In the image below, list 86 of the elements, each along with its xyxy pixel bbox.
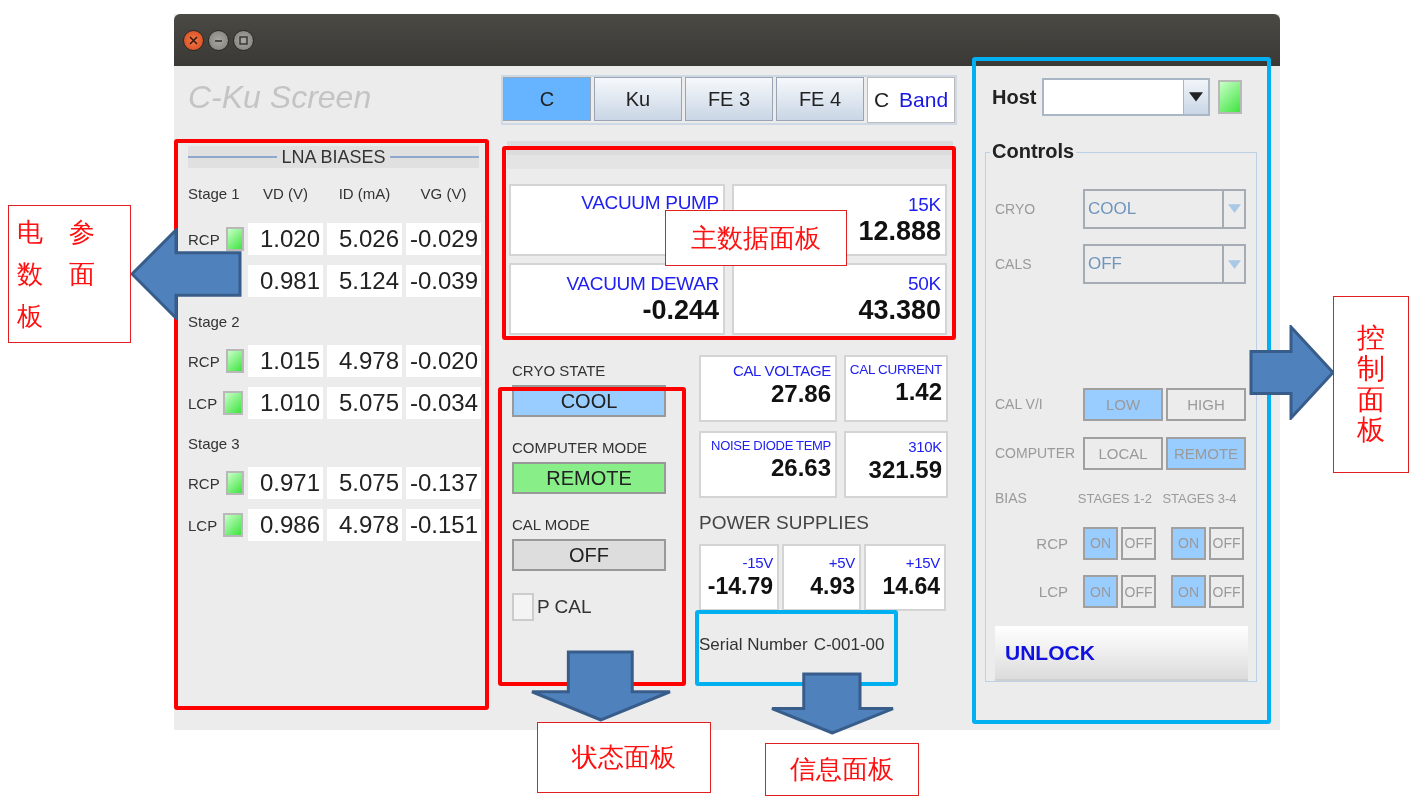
value-cell: 0.971 (248, 467, 323, 499)
stage-label: Stage 1 (188, 184, 240, 202)
row-label: RCP (1035, 534, 1068, 552)
value-cell: -0.137 (406, 467, 481, 499)
dropdown-arrow-icon (1227, 259, 1241, 269)
serial-label: Serial Number (699, 635, 808, 655)
serial-value: C-001-00 (813, 635, 885, 655)
reading-label: +5V (828, 554, 855, 571)
value-cell: 1.010 (248, 387, 323, 419)
reading-label: 310K (908, 438, 942, 455)
reading-value: -0.244 (642, 294, 719, 326)
value-cell: 5.075 (327, 387, 402, 419)
column-header: VG (V) (420, 184, 467, 202)
status-label: COMPUTER MODE (512, 439, 647, 456)
value-cell: 5.124 (327, 265, 402, 297)
column-header: STAGES 3-4 (1162, 490, 1238, 506)
reading-label: -15V (742, 554, 773, 571)
reading-value: 26.63 (770, 454, 831, 482)
dropdown-arrow-icon (1227, 204, 1241, 214)
control-label: CAL V/I (995, 396, 1044, 413)
reading-label: CAL VOLTAGE (732, 362, 831, 379)
column-header: VD (V) (263, 184, 308, 202)
section-title: LNA BIASES (281, 146, 386, 168)
row-label: LCP (188, 516, 218, 534)
row-label: LCP (188, 394, 218, 412)
band-tab[interactable]: Ku (594, 77, 682, 121)
column-header: STAGES 1-2 (1077, 490, 1153, 506)
control-label: CALS (995, 256, 1033, 273)
callout-label: 电参数面板 (8, 205, 131, 343)
minimize-icon[interactable] (208, 29, 229, 51)
close-icon[interactable] (183, 29, 204, 51)
status-label: CAL MODE (512, 516, 590, 533)
reading-label: VACUUM DEWAR (566, 272, 719, 295)
value-cell: -0.151 (406, 509, 481, 541)
status-button[interactable]: REMOTE (512, 462, 666, 494)
row-label: RCP (188, 352, 220, 370)
checkbox[interactable] (512, 593, 534, 621)
status-label: CRYO STATE (512, 362, 606, 379)
value-cell: 1.020 (248, 223, 323, 255)
control-label: COMPUTER (995, 445, 1077, 462)
callout-label: 状态面板 (537, 722, 711, 793)
value-cell: -0.020 (406, 345, 481, 377)
value-cell: 5.075 (327, 467, 402, 499)
status-button[interactable]: OFF (512, 539, 666, 571)
band-unit: Band (899, 88, 949, 112)
value-cell: -0.029 (406, 223, 481, 255)
callout-label: 主数据面板 (665, 210, 847, 266)
reading-value: 12.888 (858, 215, 941, 247)
reading-value: 43.380 (858, 294, 941, 326)
reading-label: CAL CURRENT (849, 362, 942, 377)
checkbox-label: P CAL (537, 596, 592, 618)
value-cell: 0.981 (248, 265, 323, 297)
reading-value: 27.86 (770, 380, 831, 408)
value-cell: 5.026 (327, 223, 402, 255)
band-value: C (873, 88, 890, 112)
callout-label: 控制面板 (1333, 296, 1409, 473)
reading-label: +15V (905, 554, 940, 571)
value-cell: 1.015 (248, 345, 323, 377)
value-cell: -0.034 (406, 387, 481, 419)
row-label: RCP (188, 230, 220, 248)
value-cell: 4.978 (327, 509, 402, 541)
reading-value: 1.42 (895, 378, 942, 406)
value-cell: 0.986 (248, 509, 323, 541)
reading-label: NOISE DIODE TEMP (711, 438, 831, 453)
band-tab[interactable]: FE 4 (776, 77, 864, 121)
reading-label: 50K (908, 272, 941, 295)
reading-value: 4.93 (810, 573, 855, 600)
control-label: CRYO (995, 200, 1037, 217)
reading-value: 321.59 (868, 456, 942, 484)
callout-label: 信息面板 (765, 743, 919, 796)
reading-label: 15K (908, 193, 941, 216)
value-cell: -0.039 (406, 265, 481, 297)
reading-value: -14.79 (707, 573, 773, 600)
stage-label: Stage 2 (188, 312, 240, 330)
row-label: RCP (188, 474, 220, 492)
maximize-icon[interactable] (233, 29, 254, 51)
value-cell: 4.978 (327, 345, 402, 377)
band-tab[interactable]: FE 3 (685, 77, 773, 121)
band-tab[interactable]: C (503, 77, 591, 121)
control-label: BIAS (995, 490, 1028, 507)
stage-label: Stage 3 (188, 434, 240, 452)
column-header: ID (mA) (338, 184, 391, 202)
row-label: LCP (1037, 583, 1068, 601)
dropdown-arrow-icon (1189, 92, 1203, 102)
section-title: POWER SUPPLIES (699, 512, 869, 534)
reading-value: 14.64 (882, 573, 940, 600)
